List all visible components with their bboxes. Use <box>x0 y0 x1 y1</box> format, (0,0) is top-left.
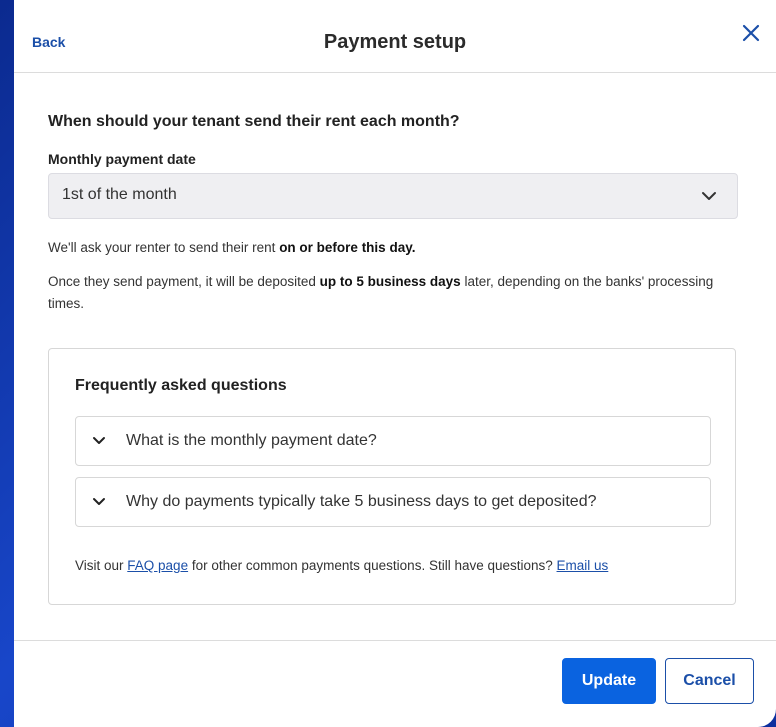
monthly-payment-date-select[interactable]: 1st of the month <box>48 173 738 219</box>
deadline-emphasis: on or before this day. <box>279 240 416 255</box>
faq-footer-text: for other common payments questions. Sti… <box>188 558 557 573</box>
section-question: When should your tenant send their rent … <box>48 113 460 130</box>
email-us-link[interactable]: Email us <box>557 558 609 573</box>
faq-title: Frequently asked questions <box>75 377 287 394</box>
faq-footer: Visit our FAQ page for other common paym… <box>75 558 608 573</box>
field-label: Monthly payment date <box>48 151 196 167</box>
faq-item-label: What is the monthly payment date? <box>126 432 377 449</box>
footer-divider <box>14 640 776 641</box>
deposit-text-start: Once they send payment, it will be depos… <box>48 274 320 289</box>
chevron-down-icon <box>93 437 105 444</box>
update-button[interactable]: Update <box>562 658 656 704</box>
deadline-info: We'll ask your renter to send their rent… <box>48 237 738 259</box>
faq-item-monthly-date[interactable]: What is the monthly payment date? <box>75 416 711 466</box>
faq-item-business-days[interactable]: Why do payments typically take 5 busines… <box>75 477 711 527</box>
modal-content: When should your tenant send their rent … <box>48 113 738 315</box>
chevron-down-icon <box>93 498 105 505</box>
faq-item-label: Why do payments typically take 5 busines… <box>126 493 597 510</box>
close-icon-glyph <box>742 24 760 42</box>
cancel-button[interactable]: Cancel <box>665 658 754 704</box>
close-icon[interactable] <box>740 22 762 44</box>
faq-page-link[interactable]: FAQ page <box>127 558 188 573</box>
deposit-emphasis: up to 5 business days <box>319 274 461 289</box>
selected-value: 1st of the month <box>62 186 177 203</box>
faq-box: Frequently asked questions What is the m… <box>48 348 736 605</box>
deposit-info: Once they send payment, it will be depos… <box>48 271 738 315</box>
modal-header: Back Payment setup <box>14 0 776 73</box>
chevron-down-icon <box>702 192 716 200</box>
modal-title: Payment setup <box>323 31 467 53</box>
payment-setup-modal: Back Payment setup When should your tena… <box>14 0 776 727</box>
faq-footer-text: Visit our <box>75 558 128 573</box>
deadline-text: We'll ask your renter to send their rent <box>48 240 280 255</box>
